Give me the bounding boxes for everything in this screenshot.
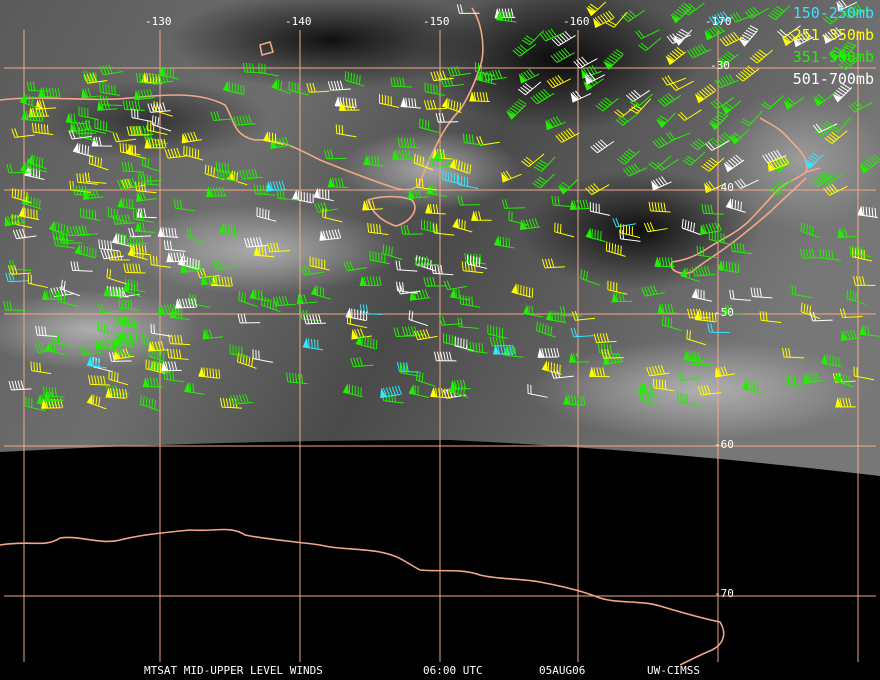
lon-label: -150 <box>423 15 450 28</box>
map-canvas <box>0 0 880 666</box>
satellite-wind-map: -130 -140 -150 -160 -170 -30 -40 -50 -60… <box>0 0 880 680</box>
legend-item-251-350mb: 251-350mb <box>792 26 874 44</box>
product-title: MTSAT MID-UPPER LEVEL WINDS <box>144 664 323 677</box>
lat-label: -70 <box>714 587 734 600</box>
legend-item-501-700mb: 501-700mb <box>792 70 874 88</box>
source-label: UW-CIMSS <box>647 664 700 677</box>
lon-label: -170 <box>705 15 732 28</box>
legend-item-150-250mb: 150-250mb <box>792 4 874 22</box>
lat-label: -40 <box>714 181 734 194</box>
antarctica-coast <box>0 528 725 666</box>
legend-item-351-500mb: 351-500mb <box>792 48 874 66</box>
time-label: 06:00 UTC <box>423 664 483 677</box>
lon-label: -130 <box>145 15 172 28</box>
date-label: 05AUG06 <box>539 664 586 677</box>
lat-label: -30 <box>710 59 730 72</box>
lat-label: -60 <box>714 438 734 451</box>
lat-label: -50 <box>714 306 734 319</box>
caption-bar: MTSAT MID-UPPER LEVEL WINDS 06:00 UTC 05… <box>0 664 880 680</box>
lon-label: -160 <box>563 15 590 28</box>
lon-label: -140 <box>285 15 312 28</box>
